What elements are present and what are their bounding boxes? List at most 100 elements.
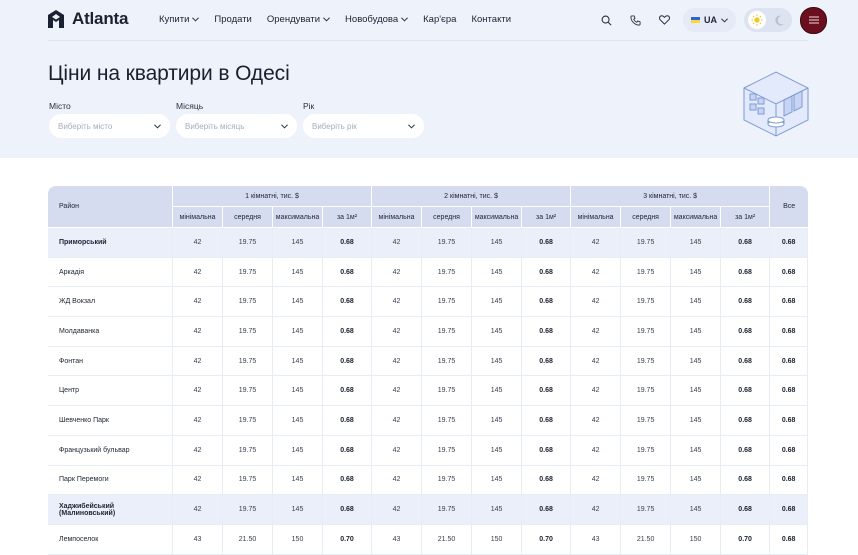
- price-cell: 42: [372, 465, 423, 496]
- price-cell: 19.75: [223, 495, 273, 525]
- price-cell: 42: [173, 495, 223, 525]
- price-cell: 145: [472, 257, 523, 288]
- table-row[interactable]: Шевченко Парк 42 19.75 145 0.68 42 19.75 145 0.6…: [48, 406, 809, 436]
- price-cell: 0.68: [522, 435, 572, 466]
- price-cell: 0.68: [721, 346, 771, 377]
- column-header-all: Все: [770, 186, 809, 228]
- price-cell: 145: [671, 376, 722, 407]
- price-cell: 42: [173, 287, 223, 318]
- all-price-cell: 0.68: [770, 287, 809, 318]
- table-row[interactable]: Французький бульвар 42 19.75 145 0.68 42 19.75…: [48, 435, 809, 466]
- brand-name: Atlanta: [72, 9, 129, 28]
- price-cell: 145: [472, 346, 523, 377]
- price-cell: 0.68: [323, 406, 373, 436]
- price-cell: 19.75: [621, 257, 672, 288]
- price-cell: 19.75: [422, 257, 473, 288]
- price-cell: 42: [571, 495, 622, 525]
- buildings-illustration-icon: [743, 71, 809, 137]
- price-cell: 19.75: [422, 317, 473, 347]
- price-cell: 42: [173, 317, 223, 347]
- filter-select[interactable]: Виберіть місто: [49, 114, 170, 138]
- nav-item[interactable]: Контакти: [471, 14, 511, 25]
- price-cell: 145: [273, 257, 323, 288]
- price-cell: 42: [571, 435, 622, 466]
- price-cell: 42: [571, 465, 622, 496]
- price-cell: 0.68: [721, 465, 771, 496]
- ukraine-flag-icon: [691, 17, 700, 23]
- price-cell: 0.68: [522, 346, 572, 377]
- filter-select[interactable]: Виберіть місяць: [176, 114, 297, 138]
- district-name: Фонтан: [48, 346, 173, 377]
- price-cell: 0.68: [522, 257, 572, 288]
- column-subheader: середня: [621, 207, 672, 228]
- search-button[interactable]: [594, 8, 618, 32]
- table-row[interactable]: ЖД Вокзал 42 19.75 145 0.68 42 19.75 145 0.68 42 1…: [48, 287, 809, 318]
- language-selector[interactable]: UA: [683, 8, 736, 32]
- price-cell: 145: [472, 317, 523, 347]
- chevron-down-icon: [401, 17, 409, 22]
- price-cell: 19.75: [422, 376, 473, 407]
- column-group-header: 2 кімнатні, тис. $: [372, 186, 572, 207]
- price-cell: 0.68: [721, 495, 771, 525]
- nav-item[interactable]: Орендувати: [267, 14, 330, 25]
- nav-item-label: Новобудова: [345, 14, 399, 25]
- price-cell: 42: [571, 257, 622, 288]
- price-cell: 0.68: [323, 228, 373, 258]
- price-cell: 42: [372, 257, 423, 288]
- price-cell: 0.68: [323, 465, 373, 496]
- phone-button[interactable]: [623, 8, 647, 32]
- price-cell: 43: [571, 524, 622, 555]
- menu-button[interactable]: [800, 6, 827, 34]
- price-cell: 0.70: [323, 524, 373, 555]
- nav-item[interactable]: Продати: [214, 14, 251, 25]
- price-cell: 19.75: [223, 435, 273, 466]
- price-cell: 42: [372, 317, 423, 347]
- price-cell: 19.75: [223, 317, 273, 347]
- price-cell: 0.68: [522, 376, 572, 407]
- price-cell: 19.75: [621, 495, 672, 525]
- nav-item-label: Продати: [214, 14, 252, 25]
- filter-select[interactable]: Виберіть рік: [303, 114, 424, 138]
- atlanta-logo-icon: [48, 10, 64, 28]
- table-row[interactable]: Парк Перемоги 42 19.75 145 0.68 42 19.75 145 0.6…: [48, 465, 809, 496]
- nav-item[interactable]: Кар'єра: [423, 14, 456, 25]
- price-cell: 21.50: [621, 524, 672, 555]
- table-row[interactable]: Фонтан 42 19.75 145 0.68 42 19.75 145 0.68 42 19.7…: [48, 346, 809, 377]
- price-cell: 145: [472, 435, 523, 466]
- column-subheader: максимальна: [472, 207, 523, 228]
- price-cell: 0.68: [323, 376, 373, 407]
- favorites-button[interactable]: [652, 8, 676, 32]
- price-cell: 0.70: [721, 524, 771, 555]
- nav-item[interactable]: Новобудова: [345, 14, 409, 25]
- price-cell: 145: [273, 435, 323, 466]
- table-row[interactable]: Аркадія 42 19.75 145 0.68 42 19.75 145 0.68 42 19.…: [48, 257, 809, 288]
- price-cell: 145: [273, 346, 323, 377]
- price-cell: 19.75: [223, 257, 273, 288]
- table-row[interactable]: Приморський 42 19.75 145 0.68 42 19.75 145 0.68 4…: [48, 228, 809, 258]
- all-price-cell: 0.68: [770, 435, 809, 466]
- price-cell: 0.70: [522, 524, 572, 555]
- logo[interactable]: Atlanta: [48, 9, 128, 29]
- price-cell: 19.75: [621, 346, 672, 377]
- table-row[interactable]: Хаджибейський (Малиновський) 42 19.75 145 0.…: [48, 495, 809, 525]
- all-price-cell: 0.68: [770, 495, 809, 525]
- price-cell: 145: [671, 257, 722, 288]
- table-row[interactable]: Центр 42 19.75 145 0.68 42 19.75 145 0.68 42 19.75…: [48, 376, 809, 407]
- price-cell: 150: [273, 524, 323, 555]
- district-name: Хаджибейський (Малиновський): [48, 495, 173, 525]
- language-label: UA: [704, 15, 717, 25]
- theme-toggle[interactable]: [744, 8, 792, 32]
- price-cell: 0.68: [721, 317, 771, 347]
- price-cell: 145: [472, 495, 523, 525]
- price-cell: 0.68: [721, 257, 771, 288]
- price-cell: 19.75: [223, 376, 273, 407]
- table-row[interactable]: Молдаванка 42 19.75 145 0.68 42 19.75 145 0.68 42…: [48, 317, 809, 347]
- price-cell: 0.68: [522, 228, 572, 258]
- price-cell: 0.68: [721, 287, 771, 318]
- nav-item[interactable]: Купити: [159, 14, 200, 25]
- filter-group: Місяць Виберіть місяць: [176, 101, 297, 138]
- price-cell: 19.75: [223, 287, 273, 318]
- column-subheader: середня: [422, 207, 473, 228]
- price-cell: 145: [671, 287, 722, 318]
- table-row[interactable]: Лемпоселок 43 21.50 150 0.70 43 21.50 150 0.70 43…: [48, 524, 809, 555]
